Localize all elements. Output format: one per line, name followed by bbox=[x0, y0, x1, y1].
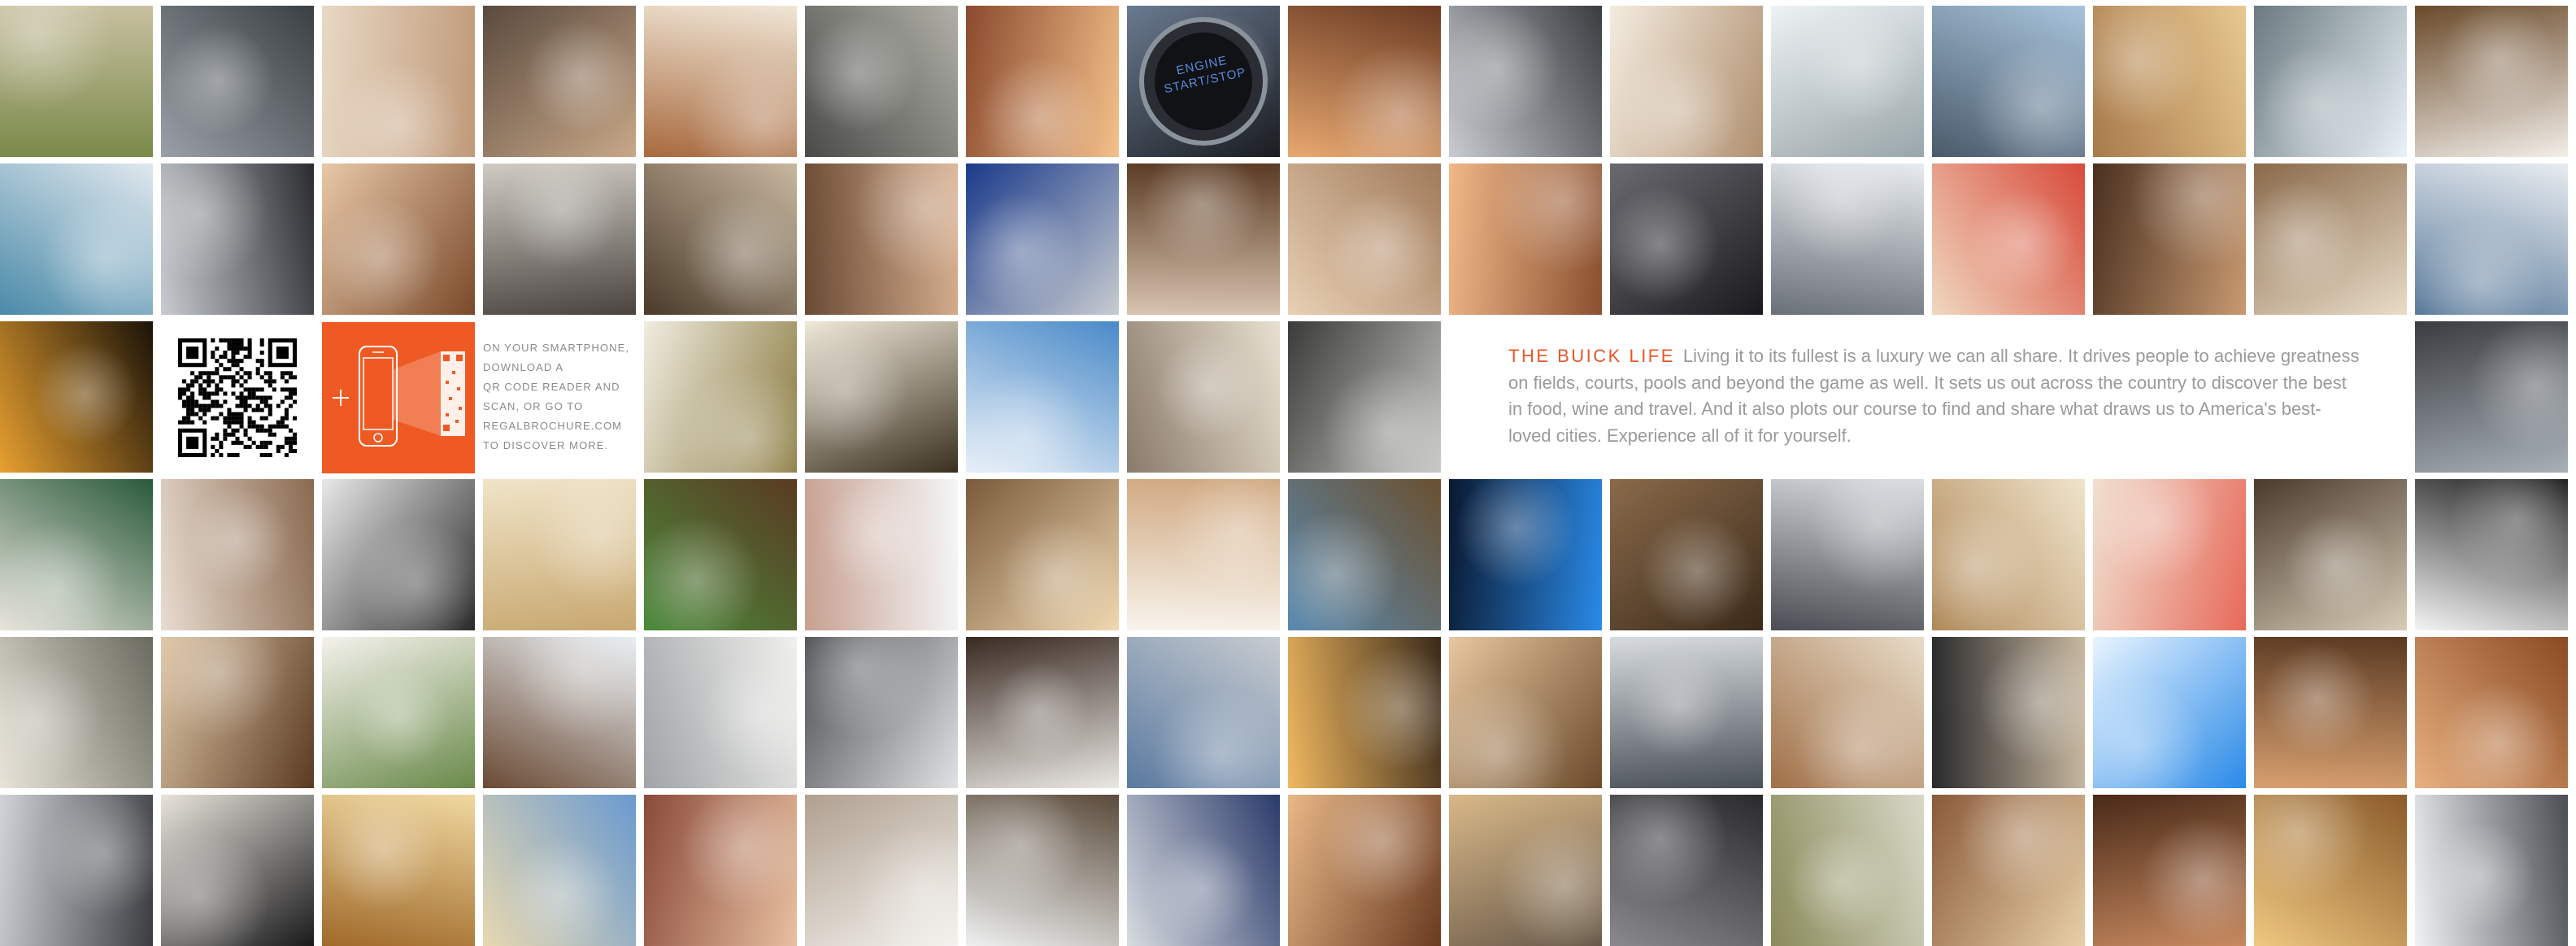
photo-tile-woman-driving bbox=[644, 795, 797, 946]
photo-tile-gauge-cluster bbox=[1449, 479, 1602, 630]
photo-tile-dessert-plate bbox=[322, 637, 475, 788]
photo-tile-car-interior bbox=[483, 163, 636, 315]
photo-tile-couple-with-phone bbox=[161, 637, 314, 788]
photo-tile-couple-sitting bbox=[1610, 6, 1763, 157]
photo-tile-alloy-wheel bbox=[1771, 479, 1924, 630]
photo-tile-open-book bbox=[1610, 479, 1763, 630]
photo-tile-woman-red-hair bbox=[2415, 637, 2568, 788]
intro-block: THE BUICK LIFE Living it to its fullest i… bbox=[1508, 343, 2362, 449]
photo-tile-car-grille bbox=[161, 6, 314, 157]
photo-tile-water-ripple bbox=[2415, 795, 2568, 946]
photo-tile-sunset-building bbox=[322, 795, 475, 946]
smartphone-scan-icon bbox=[333, 346, 465, 447]
photo-tile-rock-coast bbox=[1288, 479, 1441, 630]
photo-tile-car-in-canyon bbox=[1449, 795, 1602, 946]
photo-tile-girl-watermelon bbox=[2093, 479, 2246, 630]
photo-tile-beach-umbrella bbox=[644, 6, 797, 157]
photo-tile-woman-in-field bbox=[1771, 6, 1924, 157]
photo-tile-smiling-man bbox=[2093, 163, 2246, 315]
photo-tile-woman-portrait bbox=[2093, 6, 2246, 157]
photo-tile-seat-headrest bbox=[805, 795, 958, 946]
photo-tile-wheat-stalks bbox=[483, 795, 636, 946]
photo-tile-smiling-man bbox=[2254, 637, 2407, 788]
photo-tile-dragonfly-on-finger bbox=[805, 479, 958, 630]
photo-tile-mountains bbox=[2415, 163, 2568, 315]
photo-tile-car-by-trees bbox=[0, 637, 153, 788]
photo-tile-woman-in-hammock bbox=[805, 321, 958, 473]
photo-tile-couple-in-car bbox=[483, 6, 636, 157]
qr-code-icon bbox=[178, 338, 297, 457]
photo-tile-grille-emblem bbox=[1610, 163, 1763, 315]
photo-tile-woman-sunlight bbox=[966, 6, 1119, 157]
photo-tile-car-at-sea bbox=[644, 637, 797, 788]
photo-tile-clothes-line bbox=[2254, 479, 2407, 630]
photo-tile-starfish-on-hand bbox=[322, 6, 475, 157]
photo-tile-man-on-beach bbox=[2254, 6, 2407, 157]
photo-tile-car-side bbox=[1127, 637, 1280, 788]
photo-tile-desert-field bbox=[483, 479, 636, 630]
photo-tile-woman-hair bbox=[322, 163, 475, 315]
photo-tile-friends-in-hats bbox=[0, 479, 153, 630]
photo-tile-car-on-road bbox=[2415, 321, 2568, 473]
photo-tile-woman-outdoors bbox=[644, 163, 797, 315]
photo-tile-steering-wheel bbox=[322, 479, 475, 630]
photo-tile-car-front bbox=[1771, 163, 1924, 315]
photo-tile-bowl-of-food bbox=[644, 321, 797, 473]
photo-tile-sky-and-building bbox=[966, 321, 1119, 473]
photo-tile-woman-looking-away bbox=[1127, 479, 1280, 630]
photo-tile-car-and-turbines bbox=[1610, 637, 1763, 788]
photo-tile-laughing-woman bbox=[1127, 163, 1280, 315]
photo-tile-smiling-man bbox=[2093, 795, 2246, 946]
photo-tile-seafood-plate bbox=[2415, 6, 2568, 157]
photo-tile-couple-walking bbox=[1932, 479, 2085, 630]
photo-tile-bearded-man bbox=[161, 479, 314, 630]
photo-tile-face-closeup bbox=[805, 163, 958, 315]
photo-tile-couple-sunset bbox=[966, 479, 1119, 630]
photo-tile-woman-in-wind bbox=[966, 637, 1119, 788]
photo-tile-blurred-trees bbox=[0, 6, 153, 157]
photo-tile-sunset-silhouettes bbox=[0, 321, 153, 473]
photo-tile-engine-start-button: ENGINE START/STOP bbox=[1127, 6, 1280, 157]
photo-tile-car-at-sunset bbox=[1288, 637, 1441, 788]
photo-tile-speaker-grille bbox=[805, 637, 958, 788]
photo-tile-woman-backlit bbox=[2254, 795, 2407, 946]
photo-tile-city-skyline bbox=[1932, 6, 2085, 157]
photo-tile-headlamp bbox=[1127, 795, 1280, 946]
photo-tile-chopping-herbs bbox=[644, 479, 797, 630]
photo-tile-factory-floor bbox=[0, 795, 153, 946]
photo-tile-smiling-woman bbox=[1288, 6, 1441, 157]
photo-tile-sun-in-sky bbox=[2093, 637, 2246, 788]
photo-tile-dashboard bbox=[1932, 637, 2085, 788]
photo-tile-canoe-on-lake bbox=[0, 163, 153, 315]
photo-tile-laughing-couple bbox=[1449, 637, 1602, 788]
photo-tile-headlight bbox=[966, 163, 1119, 315]
photo-tile-woman-smiling bbox=[1288, 795, 1441, 946]
photo-tile-girl-watermelon bbox=[1932, 163, 2085, 315]
photo-tile-buick-emblem bbox=[161, 163, 314, 315]
photo-tile-car-driving bbox=[1127, 321, 1280, 473]
photo-tile-feet-in-sand bbox=[1288, 163, 1441, 315]
photo-tile-leather-seat bbox=[2415, 479, 2568, 630]
qr-instructions: ON YOUR SMARTPHONE, DOWNLOAD A QR CODE R… bbox=[483, 342, 630, 451]
photo-tile-tall-building bbox=[1932, 795, 2085, 946]
photo-tile-smiling-woman bbox=[1449, 163, 1602, 315]
photo-tile-blurred-trees bbox=[1771, 795, 1924, 946]
photo-tile-couple-walking bbox=[2254, 163, 2407, 315]
photo-tile-pebbles bbox=[805, 6, 958, 157]
qr-code bbox=[161, 322, 314, 473]
photo-tile-man-portrait bbox=[483, 637, 636, 788]
photo-tile-shadow-on-rocks bbox=[1288, 321, 1441, 473]
smartphone-scan-tile bbox=[322, 322, 475, 473]
photo-tile-car-rear bbox=[1449, 6, 1602, 157]
photo-tile-road-motion bbox=[1771, 637, 1924, 788]
photo-tile-man-driving bbox=[966, 795, 1119, 946]
intro-title: THE BUICK LIFE bbox=[1508, 346, 1675, 366]
photo-tile-gear-shifter bbox=[1610, 795, 1763, 946]
photo-tile-chef-cooking bbox=[161, 795, 314, 946]
